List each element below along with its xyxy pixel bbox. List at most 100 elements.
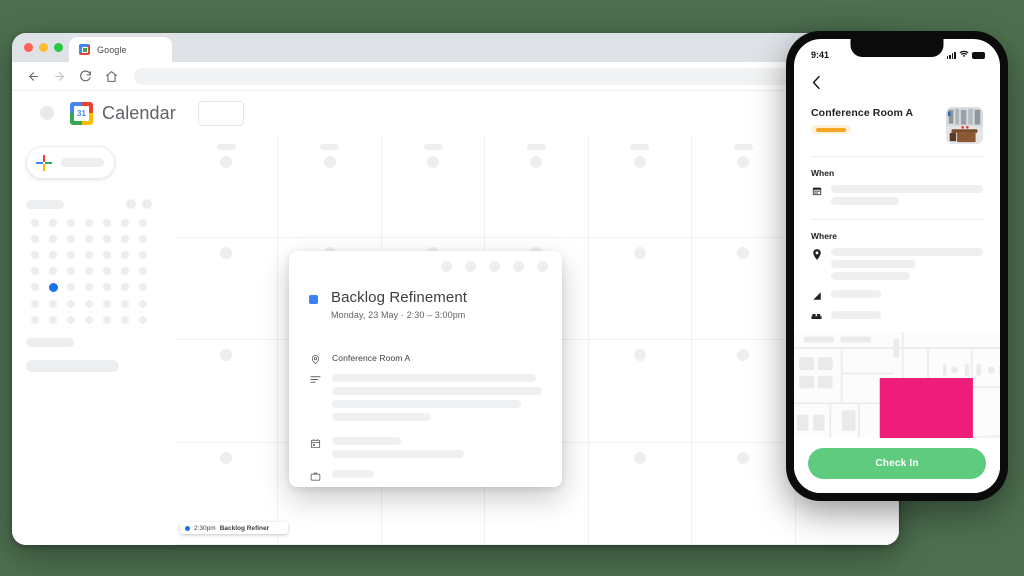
event-chip-time: 2:30pm (194, 524, 216, 532)
mini-calendar-day[interactable] (31, 316, 39, 324)
maximize-window-button[interactable] (54, 43, 63, 52)
mini-calendar-day[interactable] (139, 283, 147, 291)
calendar-event-chip[interactable]: 2:30pm Backlog Refiner (180, 522, 288, 534)
calendar-day-cell[interactable] (588, 237, 693, 340)
hamburger-menu-icon[interactable] (40, 106, 54, 120)
mini-calendar-day[interactable] (103, 235, 111, 243)
calendar-day-cell[interactable] (175, 135, 279, 238)
today-button[interactable] (197, 100, 244, 126)
mini-calendar-day[interactable] (85, 283, 93, 291)
mini-calendar-day[interactable] (67, 235, 75, 243)
create-event-button[interactable] (26, 146, 115, 179)
chevron-left-icon (812, 75, 820, 90)
mini-calendar-day[interactable] (67, 283, 75, 291)
calendar-day-cell[interactable] (175, 237, 279, 340)
calendar-day-cell[interactable] (692, 237, 796, 340)
mini-calendar-day[interactable] (139, 300, 147, 308)
mini-calendar-day[interactable] (49, 219, 57, 227)
phone-back-button[interactable] (794, 65, 1000, 95)
calendar-day-cell[interactable] (175, 340, 279, 443)
reload-icon[interactable] (79, 70, 92, 83)
event-organizer-row (309, 470, 542, 482)
browser-tab-google[interactable]: Google (69, 37, 172, 62)
mini-calendar-day[interactable] (139, 235, 147, 243)
calendar-day-cell[interactable] (485, 135, 589, 238)
phone-room-thumbnail[interactable] (946, 107, 983, 144)
mini-calendar-day[interactable] (103, 267, 111, 275)
mini-calendar-day[interactable] (31, 219, 39, 227)
phone-floor-plan-map[interactable]: Check In (794, 332, 1000, 493)
calendar-day-cell[interactable] (692, 135, 796, 238)
address-bar[interactable] (134, 67, 889, 85)
mini-calendar-day[interactable] (67, 219, 75, 227)
calendar-day-cell[interactable] (692, 340, 796, 443)
event-location-row: Conference Room A (309, 353, 542, 365)
close-icon[interactable] (537, 261, 548, 272)
mini-calendar-today[interactable] (48, 283, 58, 292)
mini-calendar-day[interactable] (31, 251, 39, 259)
check-in-button[interactable]: Check In (808, 448, 986, 479)
calendar-icon (811, 185, 822, 196)
mini-calendar-day[interactable] (49, 316, 57, 324)
map-highlighted-room (879, 378, 973, 445)
calendar-day-cell[interactable] (588, 340, 693, 443)
mini-calendar-day[interactable] (31, 300, 39, 308)
mini-calendar-day[interactable] (103, 300, 111, 308)
mini-calendar-day[interactable] (67, 316, 75, 324)
close-window-button[interactable] (24, 43, 33, 52)
mini-calendar-day[interactable] (103, 251, 111, 259)
mini-calendar-day[interactable] (67, 267, 75, 275)
mini-calendar-day[interactable] (121, 316, 129, 324)
mini-calendar-day[interactable] (121, 219, 129, 227)
mini-calendar-day[interactable] (139, 316, 147, 324)
calendar-day-cell[interactable] (588, 135, 693, 238)
more-icon[interactable] (489, 261, 500, 272)
mini-calendar-day[interactable] (139, 219, 147, 227)
mini-calendar-day[interactable] (103, 283, 111, 291)
chevron-right-icon[interactable] (142, 199, 152, 209)
browser-window: Google 31 Calendar 2:30pm Backlog Refine… (12, 33, 899, 545)
mini-calendar-day[interactable] (121, 251, 129, 259)
calendar-day-cell[interactable] (692, 442, 796, 545)
mini-calendar-day[interactable] (31, 267, 39, 275)
mini-calendar-day[interactable] (139, 267, 147, 275)
phone-mockup: 9:41 Conference Room A When Where Check … (786, 31, 1008, 501)
chevron-left-icon[interactable] (126, 199, 136, 209)
calendar-day-cell[interactable] (381, 135, 486, 238)
mini-calendar-day[interactable] (121, 283, 129, 291)
mini-calendar-day[interactable] (49, 267, 57, 275)
mini-calendar-day[interactable] (31, 235, 39, 243)
day-number (633, 246, 646, 259)
home-icon[interactable] (105, 70, 118, 83)
mini-calendar-day[interactable] (31, 283, 39, 291)
help-icon[interactable] (513, 261, 524, 272)
mini-calendar-day[interactable] (103, 219, 111, 227)
back-icon[interactable] (27, 70, 40, 83)
mini-calendar-day[interactable] (85, 219, 93, 227)
mini-calendar-day[interactable] (121, 267, 129, 275)
mini-calendar-day[interactable] (85, 300, 93, 308)
minimize-window-button[interactable] (39, 43, 48, 52)
event-popup-actions[interactable] (441, 261, 548, 272)
mini-calendar-day[interactable] (139, 251, 147, 259)
mini-calendar-day[interactable] (49, 300, 57, 308)
mini-calendar-day[interactable] (85, 267, 93, 275)
mail-icon[interactable] (465, 261, 476, 272)
mini-calendar-day[interactable] (121, 235, 129, 243)
mini-calendar-day[interactable] (67, 300, 75, 308)
forward-icon[interactable] (53, 70, 66, 83)
mini-calendar-day[interactable] (85, 316, 93, 324)
mini-calendar-day[interactable] (49, 235, 57, 243)
window-traffic-lights[interactable] (24, 43, 63, 52)
mini-calendar-day[interactable] (103, 316, 111, 324)
mini-calendar-grid[interactable] (26, 219, 152, 324)
mini-calendar-day[interactable] (121, 300, 129, 308)
mini-calendar-day[interactable] (67, 251, 75, 259)
mini-calendar-day[interactable] (85, 251, 93, 259)
calendar-day-cell[interactable] (278, 135, 382, 238)
room-icon[interactable] (441, 261, 452, 272)
mini-calendar-nav[interactable] (126, 199, 152, 209)
calendar-day-cell[interactable] (588, 442, 693, 545)
mini-calendar-day[interactable] (85, 235, 93, 243)
mini-calendar-day[interactable] (49, 251, 57, 259)
